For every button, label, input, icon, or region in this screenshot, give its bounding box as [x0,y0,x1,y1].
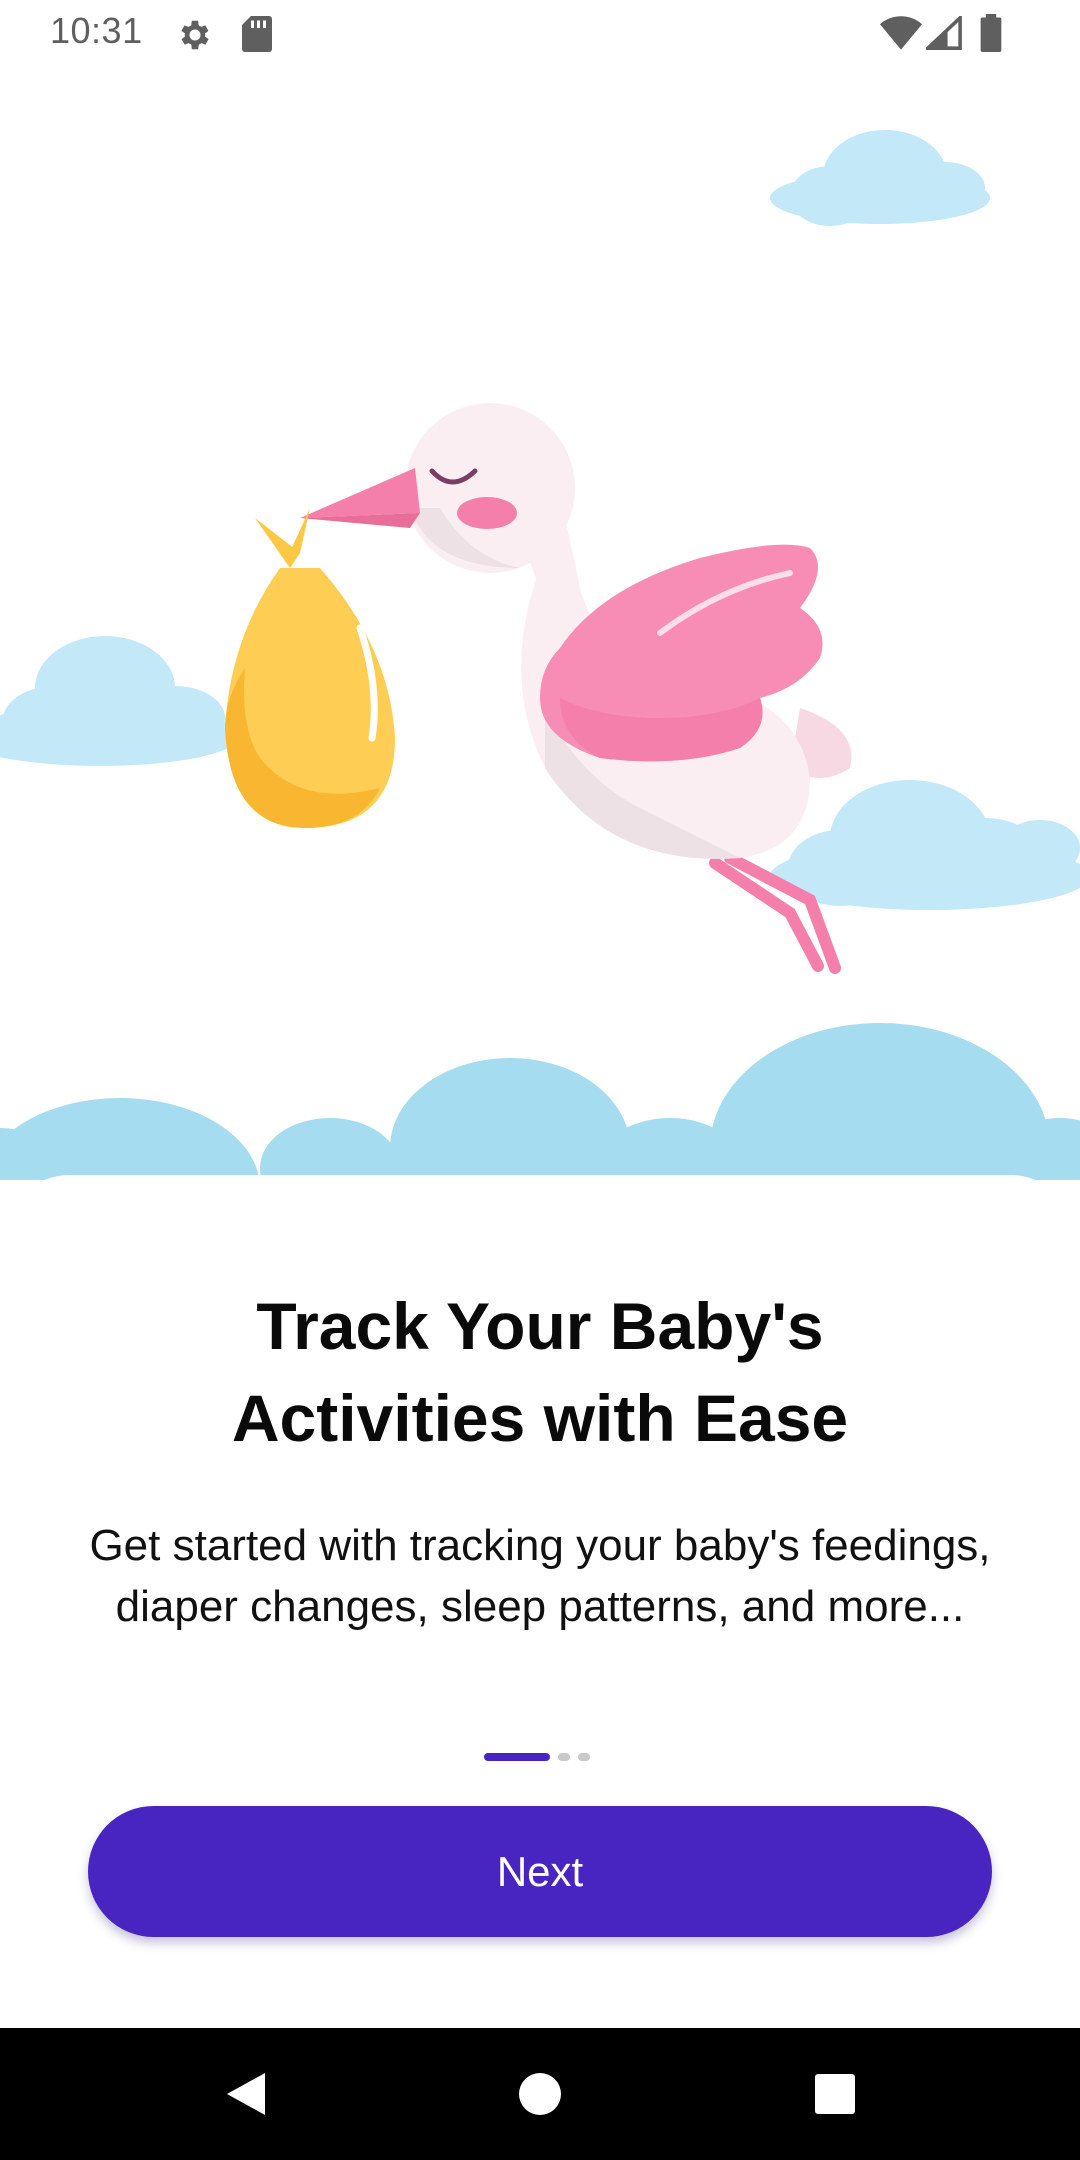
sky-cloud [0,636,240,766]
onboarding-subtitle: Get started with tracking your baby's fe… [89,1521,991,1631]
cell-signal-icon [923,13,962,55]
sky-cloud [770,780,1080,910]
sky-cloud [770,130,990,226]
system-nav-bar [0,2028,1080,2160]
nav-home-button[interactable] [450,2028,630,2160]
page-dot[interactable] [578,1753,590,1761]
home-circle-icon [519,2073,561,2115]
stork-illustration [0,68,1080,1180]
battery-icon [980,14,1002,57]
nav-back-button[interactable] [155,2028,335,2160]
onboarding-sheet: Track Your Baby's Activities with Ease G… [0,1175,1080,2028]
status-time: 10:31 [50,10,143,51]
nav-recents-button[interactable] [745,2028,925,2160]
page-dot[interactable] [558,1753,570,1761]
bottom-clouds [0,1023,1080,1180]
title-line-1: Track Your Baby's [256,1289,824,1363]
page-indicator [484,1753,590,1761]
status-bar: 10:31 [0,0,1080,68]
back-triangle-icon [227,2073,265,2115]
onboarding-title: Track Your Baby's Activities with Ease [60,1280,1020,1464]
settings-gear-icon [176,16,214,59]
page-dot-active[interactable] [484,1753,550,1761]
wifi-icon [880,16,922,55]
baby-bundle [225,508,395,828]
sd-card-icon [242,16,272,57]
title-line-2: Activities with Ease [231,1381,849,1455]
next-button[interactable]: Next [88,1806,992,1937]
recents-square-icon [815,2074,855,2114]
